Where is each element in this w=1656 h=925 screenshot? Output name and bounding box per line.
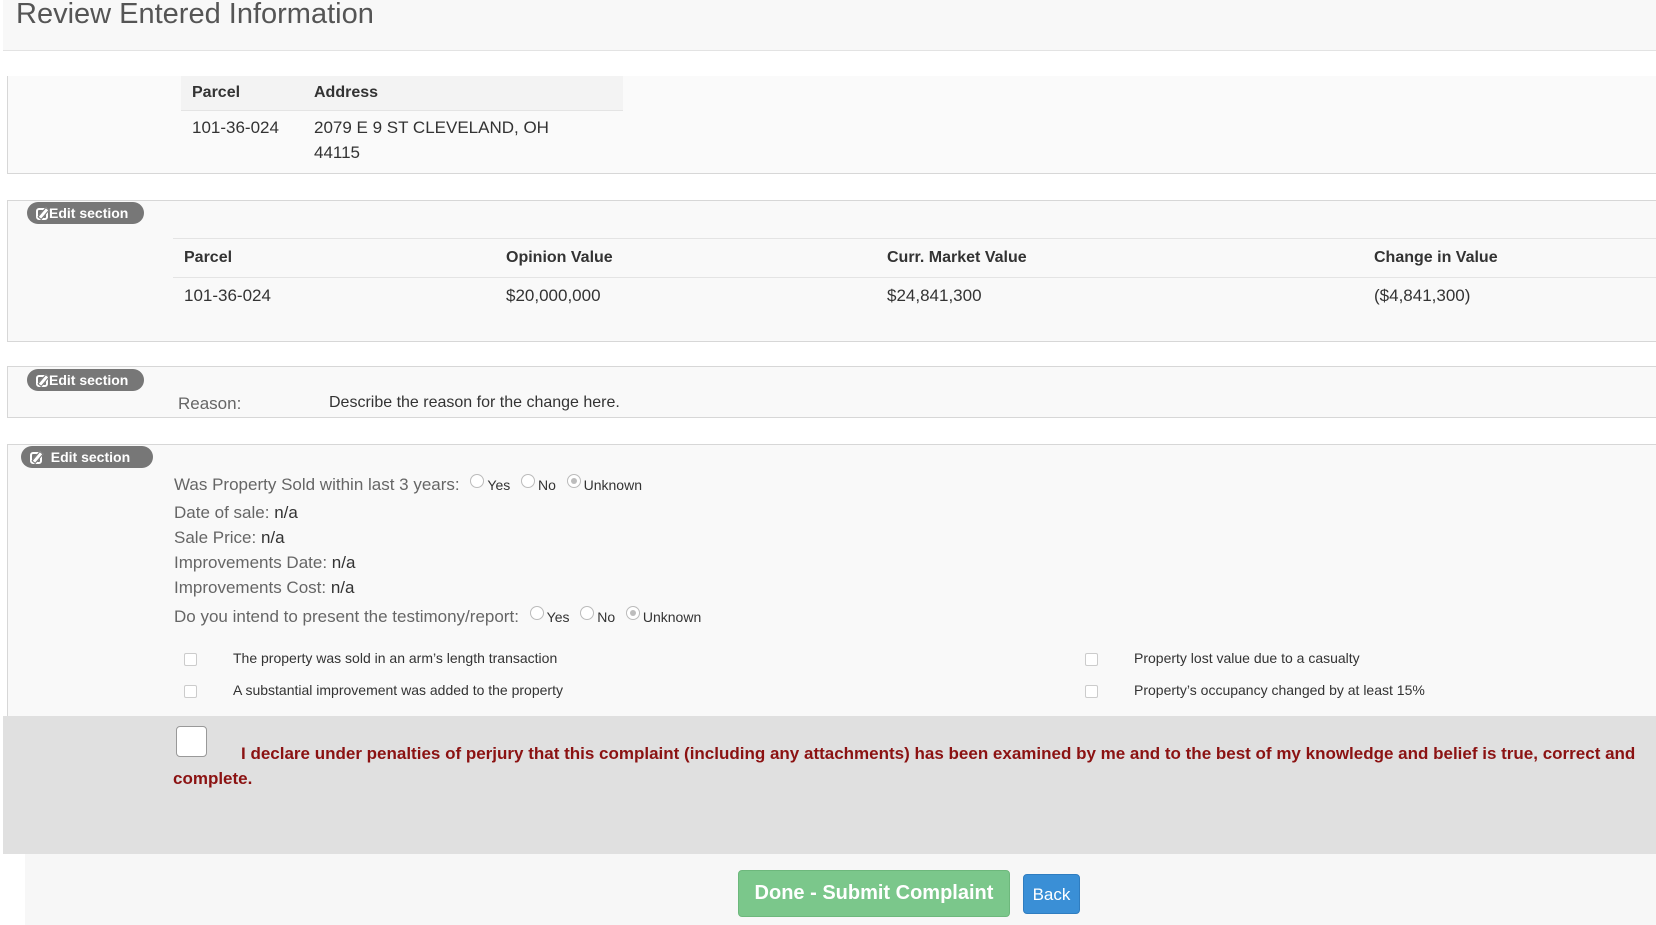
sold-option-yes: Yes bbox=[487, 477, 511, 493]
address-line2: 44115 bbox=[314, 143, 361, 162]
date-of-sale-row: Date of sale: n/a bbox=[174, 503, 298, 523]
submit-complaint-button[interactable]: Done - Submit Complaint bbox=[738, 870, 1010, 917]
improvements-cost-value: n/a bbox=[330, 578, 355, 597]
improvements-date-value: n/a bbox=[331, 553, 356, 572]
improvements-cost-label: Improvements Cost: bbox=[174, 578, 327, 597]
edit-icon bbox=[30, 452, 42, 464]
testimony-radio-yes[interactable] bbox=[529, 606, 544, 620]
sale-price-row: Sale Price: n/a bbox=[174, 528, 285, 548]
sold-label: Was Property Sold within last 3 years: bbox=[174, 475, 460, 494]
parcel-number: 101-36-024 bbox=[192, 118, 279, 137]
improvement-checkbox[interactable] bbox=[184, 685, 197, 698]
parcel-address-panel: Parcel Address 101-36-024 2079 E 9 ST CL… bbox=[7, 76, 1656, 174]
testimony-option-yes: Yes bbox=[546, 609, 570, 625]
header-parcel: Parcel bbox=[184, 249, 233, 266]
market-value: $24,841,300 bbox=[887, 286, 982, 305]
back-button[interactable]: Back bbox=[1023, 874, 1080, 914]
arms-length-label: The property was sold in an arm’s length… bbox=[233, 650, 558, 666]
improvements-cost-row: Improvements Cost: n/a bbox=[174, 578, 354, 598]
change-in-value: ($4,841,300) bbox=[1374, 286, 1471, 305]
sold-radio-unknown[interactable] bbox=[566, 474, 581, 488]
improvement-label: A substantial improvement was added to t… bbox=[233, 682, 563, 698]
edit-icon bbox=[36, 375, 48, 387]
testimony-question: Do you intend to present the testimony/r… bbox=[174, 606, 701, 627]
value-table-header: Parcel Opinion Value Curr. Market Value … bbox=[173, 238, 1656, 278]
testimony-radio-unknown[interactable] bbox=[625, 606, 640, 620]
edit-section-label: Edit section bbox=[50, 449, 131, 465]
date-of-sale-label: Date of sale: bbox=[174, 503, 270, 522]
sold-option-unknown: Unknown bbox=[583, 477, 642, 493]
parcel-address-table: Parcel Address 101-36-024 2079 E 9 ST CL… bbox=[181, 76, 623, 162]
declaration-text: I declare under penalties of perjury tha… bbox=[173, 744, 1636, 788]
testimony-radio-no[interactable] bbox=[580, 606, 595, 620]
date-of-sale-value: n/a bbox=[274, 503, 298, 522]
edit-icon bbox=[36, 208, 48, 220]
sold-option-no: No bbox=[537, 477, 556, 493]
casualty-checkbox[interactable] bbox=[1085, 653, 1098, 666]
edit-section-label: Edit section bbox=[49, 205, 129, 221]
improvements-date-label: Improvements Date: bbox=[174, 553, 328, 572]
sale-price-label: Sale Price: bbox=[174, 528, 257, 547]
page-title: Review Entered Information bbox=[16, 0, 374, 30]
sold-radio-no[interactable] bbox=[520, 474, 535, 488]
sold-radio-yes[interactable] bbox=[470, 474, 485, 488]
edit-section-button[interactable]: Edit section bbox=[27, 369, 144, 391]
reason-label: Reason: bbox=[178, 394, 242, 413]
reason-panel bbox=[7, 366, 1656, 418]
occupancy-label: Property’s occupancy changed by at least… bbox=[1134, 682, 1425, 698]
sold-question: Was Property Sold within last 3 years: Y… bbox=[174, 474, 642, 495]
page-header: Review Entered Information bbox=[3, 0, 1656, 51]
table-header: Parcel Address bbox=[181, 76, 623, 111]
header-address: Address bbox=[314, 84, 379, 101]
address-line1: 2079 E 9 ST CLEVELAND, OH bbox=[314, 118, 549, 137]
header-market-value: Curr. Market Value bbox=[887, 249, 1027, 266]
testimony-option-no: No bbox=[597, 609, 616, 625]
opinion-value: $20,000,000 bbox=[506, 286, 601, 305]
casualty-label: Property lost value due to a casualty bbox=[1134, 650, 1360, 666]
sale-price-value: n/a bbox=[260, 528, 285, 547]
value-parcel: 101-36-024 bbox=[184, 286, 271, 305]
edit-section-label: Edit section bbox=[49, 372, 129, 388]
testimony-label: Do you intend to present the testimony/r… bbox=[174, 607, 519, 626]
arms-length-checkbox[interactable] bbox=[184, 653, 197, 666]
edit-section-button[interactable]: Edit section bbox=[21, 446, 153, 468]
header-parcel: Parcel bbox=[192, 84, 241, 101]
improvements-date-row: Improvements Date: n/a bbox=[174, 553, 355, 573]
occupancy-checkbox[interactable] bbox=[1085, 685, 1098, 698]
edit-section-button[interactable]: Edit section bbox=[27, 202, 144, 224]
testimony-option-unknown: Unknown bbox=[642, 609, 702, 625]
header-change-value: Change in Value bbox=[1374, 249, 1498, 266]
reason-value: Describe the reason for the change here. bbox=[329, 394, 620, 411]
header-opinion-value: Opinion Value bbox=[506, 249, 613, 266]
